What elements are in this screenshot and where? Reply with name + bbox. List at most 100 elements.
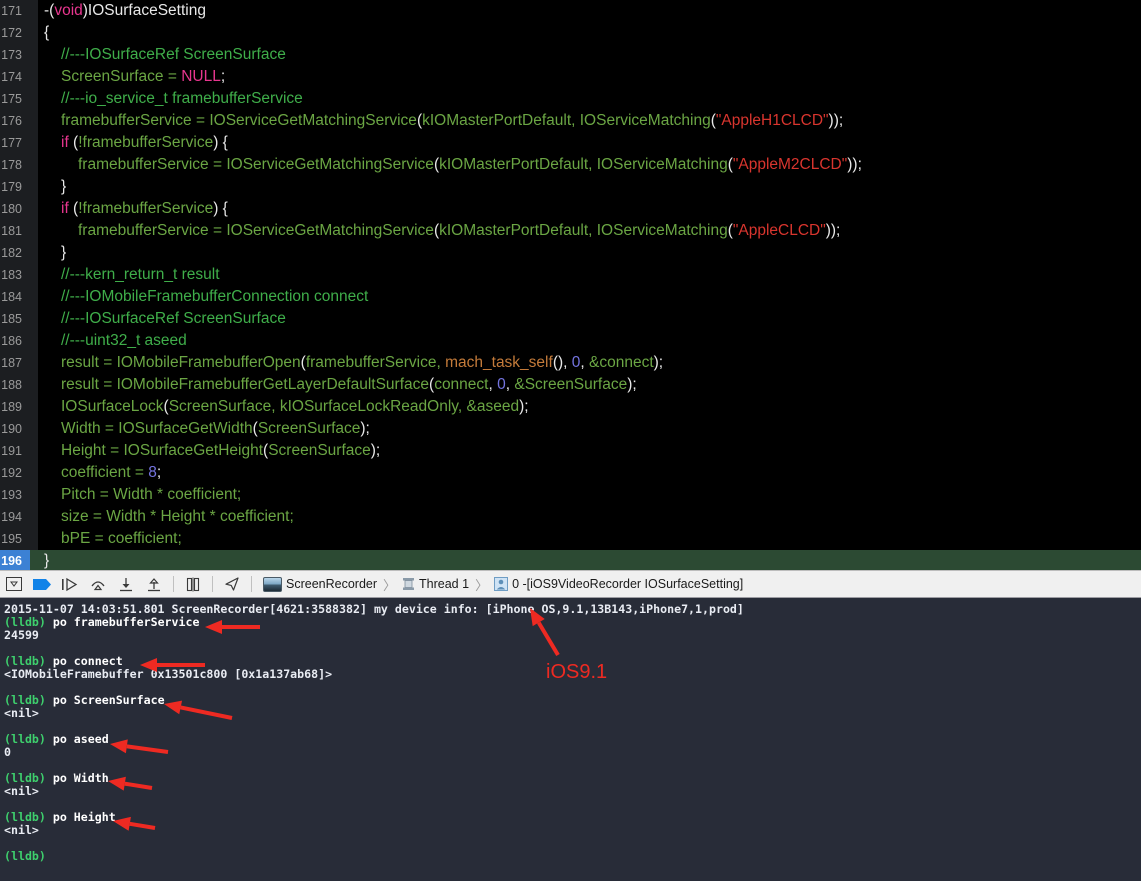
console-output-line: 0 xyxy=(4,745,11,759)
lldb-prompt: (lldb) xyxy=(4,771,46,785)
breakpoints-activate-button[interactable] xyxy=(28,571,56,597)
console-output-line: <nil> xyxy=(4,784,39,798)
code-text: if (!framebufferService) { xyxy=(30,132,228,154)
code-token-kw: if xyxy=(61,134,69,151)
ios-version-annotation: iOS9.1 xyxy=(546,661,608,683)
lldb-command: po connect xyxy=(45,654,123,668)
lldb-command: po aseed xyxy=(45,732,109,746)
code-line[interactable]: 196} xyxy=(0,550,1141,570)
code-token-id: kIOMasterPortDefault, IOServiceMatching xyxy=(422,112,711,129)
code-line[interactable]: 185 //---IOSurfaceRef ScreenSurface xyxy=(0,308,1141,330)
breadcrumb-chevron-icon: 〉 xyxy=(475,577,489,593)
line-number: 178 xyxy=(1,158,22,172)
view-hierarchy-icon xyxy=(186,577,200,591)
code-token-id: framebufferService = IOServiceGetMatchin… xyxy=(61,112,417,129)
code-line[interactable]: 192 coefficient = 8; xyxy=(0,462,1141,484)
breadcrumb-item[interactable]: Thread 1 xyxy=(400,577,471,591)
code-token-id: kIOMasterPortDefault, IOServiceMatching xyxy=(439,156,728,173)
code-token-id: framebufferService, xyxy=(305,354,446,371)
code-line[interactable]: 189 IOSurfaceLock(ScreenSurface, kIOSurfa… xyxy=(0,396,1141,418)
code-line[interactable]: 178 framebufferService = IOServiceGetMatc… xyxy=(0,154,1141,176)
code-line[interactable]: 175 //---io_service_t framebufferService xyxy=(0,88,1141,110)
code-line[interactable]: 186 //---uint32_t aseed xyxy=(0,330,1141,352)
code-line[interactable]: 182} xyxy=(0,242,1141,264)
code-line[interactable]: 194 size = Width * Height * coefficient; xyxy=(0,506,1141,528)
code-token-plain: -( xyxy=(44,2,55,19)
breadcrumb-item[interactable]: 0 -[iOS9VideoRecorder IOSurfaceSetting] xyxy=(492,577,745,591)
code-line-list[interactable]: 171 -(void)IOSurfaceSetting 172 {173 //---IO… xyxy=(0,0,1141,570)
console-command-line: (lldb) po Height xyxy=(4,811,1141,824)
code-line[interactable]: 188 result = IOMobileFramebufferGetLayerD… xyxy=(0,374,1141,396)
step-out-button[interactable] xyxy=(140,571,168,597)
code-text: -(void)IOSurfaceSetting xyxy=(30,0,206,22)
lldb-command: po Height xyxy=(45,810,116,824)
code-line[interactable]: 190 Width = IOSurfaceGetWidth(ScreenSurfa… xyxy=(0,418,1141,440)
line-number: 180 xyxy=(1,202,22,216)
step-into-button[interactable] xyxy=(112,571,140,597)
toolbar-divider xyxy=(173,576,174,592)
code-line[interactable]: 184 //---IOMobileFramebufferConnection co… xyxy=(0,286,1141,308)
lldb-console-output[interactable]: 2015-11-07 14:03:51.801 ScreenRecorder[4… xyxy=(0,598,1141,881)
breadcrumb-item[interactable]: ScreenRecorder xyxy=(261,576,379,592)
code-line[interactable]: 177 if (!framebufferService) { xyxy=(0,132,1141,154)
code-token-id: connect xyxy=(434,376,489,393)
code-token-punct: ); xyxy=(653,354,664,371)
line-number: 190 xyxy=(1,422,22,436)
code-line[interactable]: 176 framebufferService = IOServiceGetMatc… xyxy=(0,110,1141,132)
code-text: framebufferService = IOServiceGetMatchin… xyxy=(30,110,843,132)
code-token-plain: )IOSurfaceSetting xyxy=(82,2,206,19)
code-token-id: result = IOMobileFramebufferOpen xyxy=(61,354,301,371)
code-line[interactable]: 191 Height = IOSurfaceGetHeight(ScreenSur… xyxy=(0,440,1141,462)
code-line[interactable]: 193 Pitch = Width * coefficient; xyxy=(0,484,1141,506)
code-text: //---IOSurfaceRef ScreenSurface xyxy=(30,44,286,66)
lldb-command: po Width xyxy=(45,771,109,785)
debug-view-hierarchy-button[interactable] xyxy=(179,571,207,597)
code-text: } xyxy=(30,550,49,570)
line-number: 186 xyxy=(1,334,22,348)
step-over-button[interactable] xyxy=(84,571,112,597)
code-token-id: ScreenSurface xyxy=(257,420,361,437)
console-command-line: (lldb) xyxy=(4,850,1141,863)
lldb-prompt: (lldb) xyxy=(4,732,46,746)
breadcrumb-label: 0 -[iOS9VideoRecorder IOSurfaceSetting] xyxy=(512,577,744,591)
breadcrumb-label: Thread 1 xyxy=(419,577,470,591)
console-output-line: <nil> xyxy=(4,706,39,720)
code-token-id: bPE = coefficient; xyxy=(61,530,182,547)
code-line[interactable]: 179} xyxy=(0,176,1141,198)
code-text: bPE = coefficient; xyxy=(30,528,182,550)
code-line[interactable]: 181 framebufferService = IOServiceGetMatc… xyxy=(0,220,1141,242)
source-code-editor[interactable]: 171 -(void)IOSurfaceSetting 172 {173 //---IO… xyxy=(0,0,1141,570)
lldb-command: po framebufferService xyxy=(45,615,200,629)
code-text: Pitch = Width * coefficient; xyxy=(30,484,241,506)
continue-button[interactable] xyxy=(56,571,84,597)
line-number: 187 xyxy=(1,356,22,370)
breadcrumb[interactable]: ScreenRecorder 〉 Thread 1 〉 0 -[iOS9VideoRec… xyxy=(261,575,745,594)
code-line[interactable]: 187 result = IOMobileFramebufferOpen(fram… xyxy=(0,352,1141,374)
code-line[interactable]: 171 -(void)IOSurfaceSetting xyxy=(0,0,1141,22)
step-over-icon xyxy=(91,580,105,590)
hide-debug-area-button[interactable] xyxy=(0,571,28,597)
code-token-id: Height = IOSurfaceGetHeight xyxy=(61,442,264,459)
debug-toolbar[interactable]: ScreenRecorder 〉 Thread 1 〉 0 -[iOS9VideoRec… xyxy=(0,570,1141,598)
code-text: result = IOMobileFramebufferOpen(framebu… xyxy=(30,352,663,374)
code-line[interactable]: 173 //---IOSurfaceRef ScreenSurface xyxy=(0,44,1141,66)
code-token-kw: if xyxy=(61,200,69,217)
toolbar-divider xyxy=(212,576,213,592)
line-number: 181 xyxy=(1,224,22,238)
simulate-location-button[interactable] xyxy=(218,571,246,597)
code-token-punct: , xyxy=(580,354,589,371)
code-token-id: Width = IOSurfaceGetWidth xyxy=(61,420,253,437)
code-line[interactable]: 183 //---kern_return_t result xyxy=(0,264,1141,286)
code-line[interactable]: 174 ScreenSurface = NULL; xyxy=(0,66,1141,88)
breadcrumb-label: ScreenRecorder xyxy=(286,577,378,591)
code-token-cmt: //---io_service_t framebufferService xyxy=(61,90,303,107)
code-token-id: &connect xyxy=(589,354,654,371)
code-line[interactable]: 195 bPE = coefficient; xyxy=(0,528,1141,550)
code-token-str: "AppleM2CLCD" xyxy=(732,156,848,173)
code-token-id: coefficient = xyxy=(61,464,149,481)
code-line[interactable]: 172 { xyxy=(0,22,1141,44)
code-line[interactable]: 180 if (!framebufferService) { xyxy=(0,198,1141,220)
code-text: ScreenSurface = NULL; xyxy=(30,66,225,88)
